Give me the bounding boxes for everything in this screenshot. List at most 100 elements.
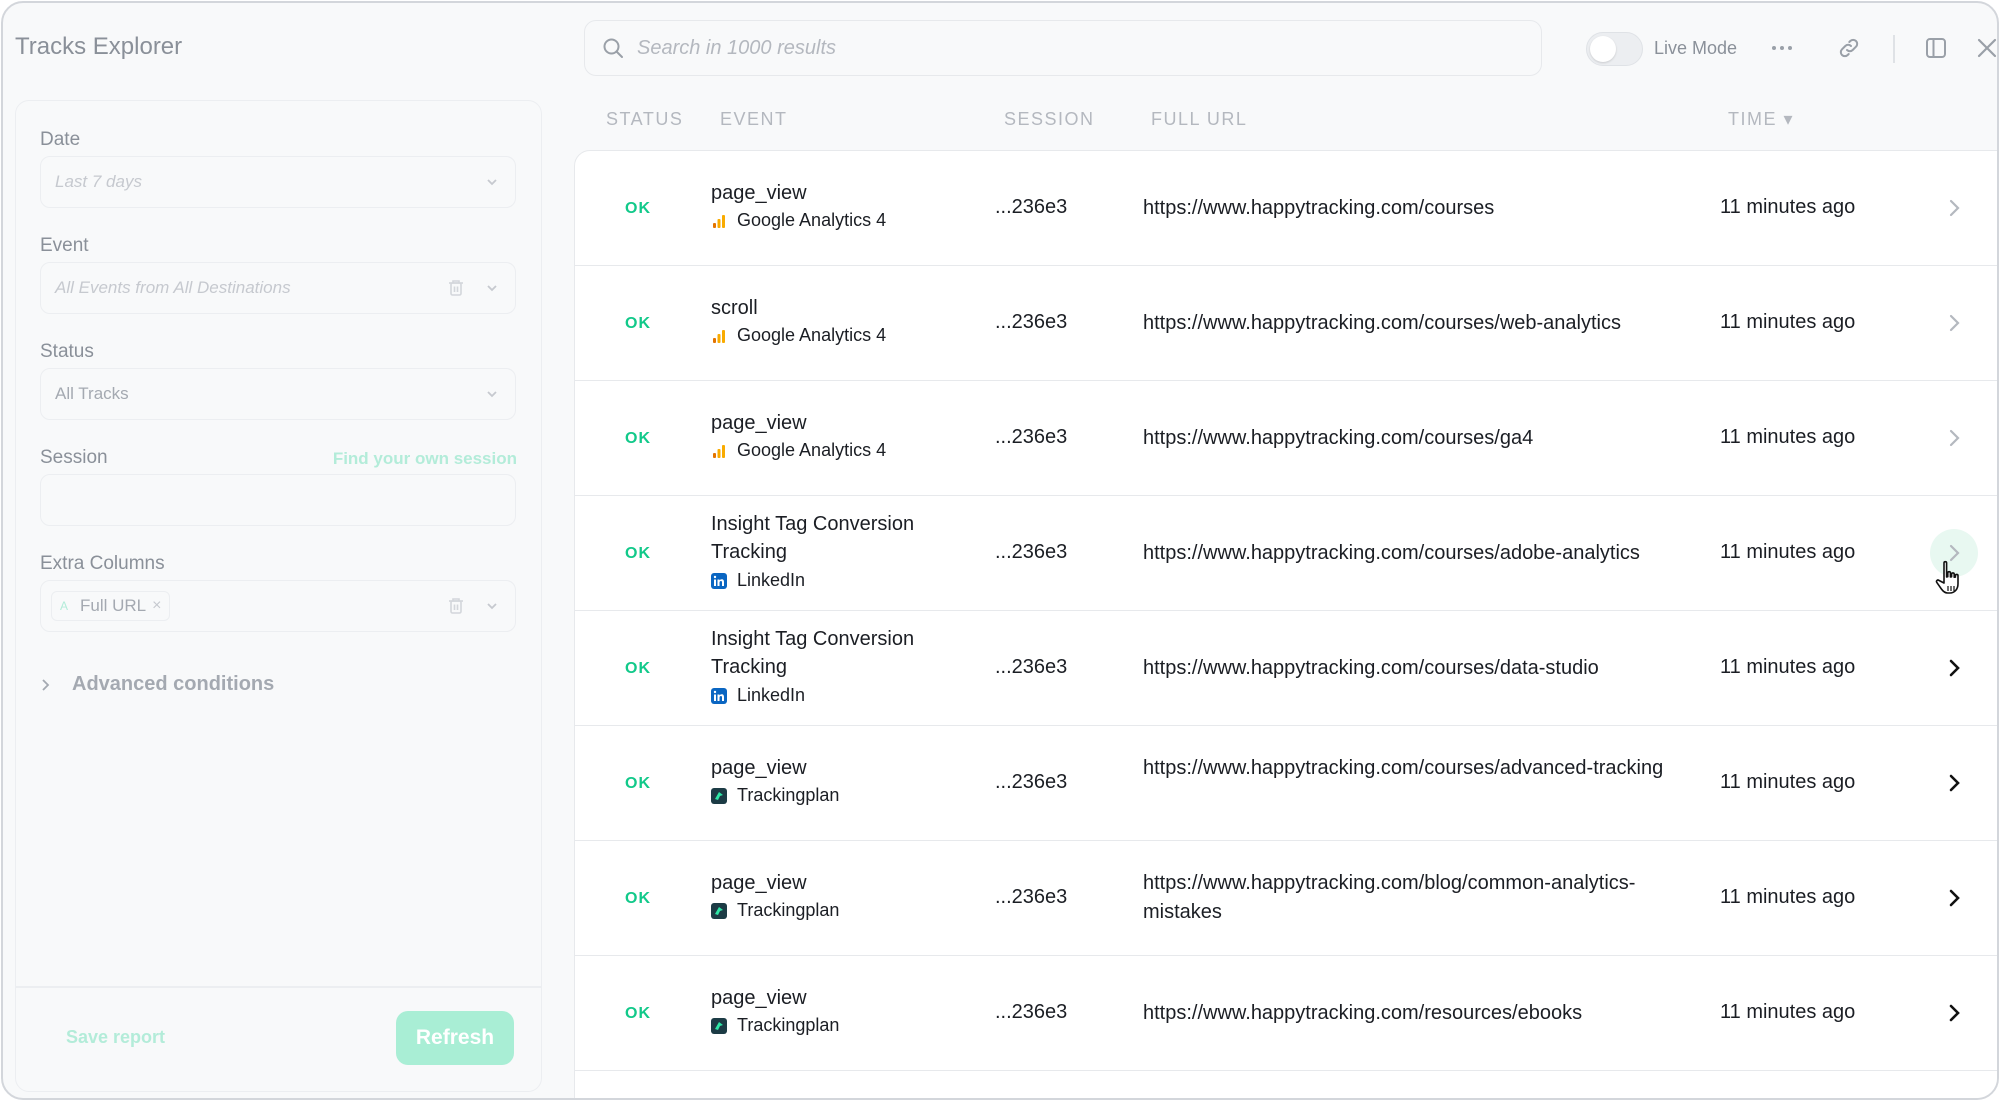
event-name: page_view [711,412,807,434]
table-row[interactable]: OK page_view Trackingplan ...236e3 https… [575,956,1997,1071]
status-badge: OK [625,430,651,447]
session-id: ...236e3 [995,541,1068,563]
status-badge: OK [625,890,651,907]
extra-columns-select[interactable]: A Full URL × [40,580,516,632]
table-row[interactable]: OK page_view Google Analytics 4 ...236e3… [575,151,1997,266]
chevron-right-icon [40,676,58,694]
trash-icon[interactable] [445,595,467,617]
table-row[interactable]: OK page_view Google Analytics 4 ...236e3… [575,381,1997,496]
destination: Trackingplan [711,785,839,806]
header-status[interactable]: STATUS [606,109,683,130]
trackingplan-icon [711,1017,727,1034]
header-full-url[interactable]: FULL URL [1151,109,1247,130]
remove-chip-icon[interactable]: × [152,597,161,615]
destination: LinkedIn [711,570,805,591]
status-badge: OK [625,315,651,332]
event-name: Insight Tag Conversion Tracking [711,513,915,563]
full-url: https://www.happytracking.com/courses/ad… [1143,542,1640,564]
full-url: https://www.happytracking.com/courses/ad… [1143,757,1664,779]
live-mode-label: Live Mode [1654,38,1738,58]
full-url: https://www.happytracking.com/resources/… [1143,1002,1583,1024]
panel-footer-divider [16,986,541,988]
row-open-chevron-icon[interactable] [1930,414,1978,462]
refresh-button[interactable]: Refresh [396,1011,514,1065]
event-name: scroll [711,297,758,319]
trackingplan-icon [711,902,727,919]
time-ago: 11 minutes ago [1720,196,1856,218]
search-icon [603,38,623,58]
header-event[interactable]: EVENT [720,109,788,130]
trash-icon[interactable] [445,277,467,299]
toggle-sidebar-icon[interactable] [1923,35,1949,61]
search-input[interactable] [637,36,1541,60]
tracks-table: OK page_view Google Analytics 4 ...236e3… [574,150,1997,1098]
chevron-down-icon [481,595,503,617]
extra-columns-label: Extra Columns [40,553,165,574]
time-ago: 11 minutes ago [1720,656,1856,678]
status-badge: OK [625,200,651,217]
save-report-button[interactable]: Save report [66,1027,165,1048]
app-window: Tracks Explorer Live Mode Date Last 7 da… [1,1,1999,1100]
filter-panel: Date Last 7 days Event All Events from A… [15,100,542,1092]
full-url: https://www.happytracking.com/courses/da… [1143,657,1599,679]
linkedin-icon [711,572,727,589]
status-select[interactable]: All Tracks [40,368,516,420]
time-ago: 11 minutes ago [1720,1001,1856,1023]
time-ago: 11 minutes ago [1720,311,1856,333]
event-label: Event [40,235,89,256]
destination: LinkedIn [711,685,805,706]
date-select[interactable]: Last 7 days [40,156,516,208]
table-row[interactable]: OK Insight Tag Conversion Tracking Linke… [575,496,1997,611]
event-name: page_view [711,987,807,1009]
header-session[interactable]: SESSION [1004,109,1095,130]
destination-label: Trackingplan [737,785,840,805]
status-badge: OK [625,1005,651,1022]
event-name: page_view [711,757,807,779]
header-time[interactable]: TIME ▾ [1728,109,1794,130]
linkedin-icon [711,687,727,704]
toggle-knob [1590,36,1616,62]
destination: Google Analytics 4 [711,440,886,461]
link-icon[interactable] [1836,35,1862,61]
live-mode-toggle[interactable] [1586,32,1643,66]
chevron-down-icon [481,383,503,405]
ga4-icon [711,213,727,229]
row-open-chevron-icon[interactable] [1930,299,1978,347]
find-own-session-link[interactable]: Find your own session [333,449,517,469]
destination-label: Google Analytics 4 [737,210,887,230]
hand-cursor-icon [1935,560,1959,594]
event-select[interactable]: All Events from All Destinations [40,262,516,314]
destination: Google Analytics 4 [711,325,886,346]
row-open-chevron-icon[interactable] [1930,874,1978,922]
advanced-conditions-toggle[interactable]: Advanced conditions [40,673,274,696]
status-badge: OK [625,545,651,562]
close-icon[interactable] [1974,35,1997,61]
session-id: ...236e3 [995,1001,1068,1023]
time-ago: 11 minutes ago [1720,771,1856,793]
toolbar-divider [1893,35,1895,63]
event-name: page_view [711,872,807,894]
chip-type: A [60,599,69,613]
column-chip[interactable]: A Full URL × [51,591,171,621]
chip-list: A Full URL × [51,591,445,621]
table-row[interactable]: OK scroll Google Analytics 4 ...236e3 ht… [575,266,1997,381]
trackingplan-icon [711,787,727,804]
table-row[interactable]: OK Insight Tag Conversion Tracking Linke… [575,611,1997,726]
row-open-chevron-icon[interactable] [1930,644,1978,692]
full-url: https://www.happytracking.com/courses/we… [1143,312,1621,334]
row-open-chevron-icon[interactable] [1930,759,1978,807]
full-url: https://www.happytracking.com/courses/ga… [1143,427,1534,449]
session-input[interactable] [40,474,516,526]
more-options-icon[interactable] [1769,35,1795,61]
row-open-chevron-icon[interactable] [1930,184,1978,232]
time-ago: 11 minutes ago [1720,886,1856,908]
session-id: ...236e3 [995,196,1068,218]
search-bar[interactable] [584,20,1542,76]
event-name: page_view [711,182,807,204]
row-open-chevron-icon[interactable] [1930,989,1978,1037]
session-label: Session [40,447,108,468]
destination-label: Google Analytics 4 [737,440,887,460]
date-placeholder: Last 7 days [55,172,142,191]
table-row[interactable]: OK page_view Trackingplan ...236e3 https… [575,841,1997,956]
table-row[interactable]: OK page_view Trackingplan ...236e3 https… [575,726,1997,841]
